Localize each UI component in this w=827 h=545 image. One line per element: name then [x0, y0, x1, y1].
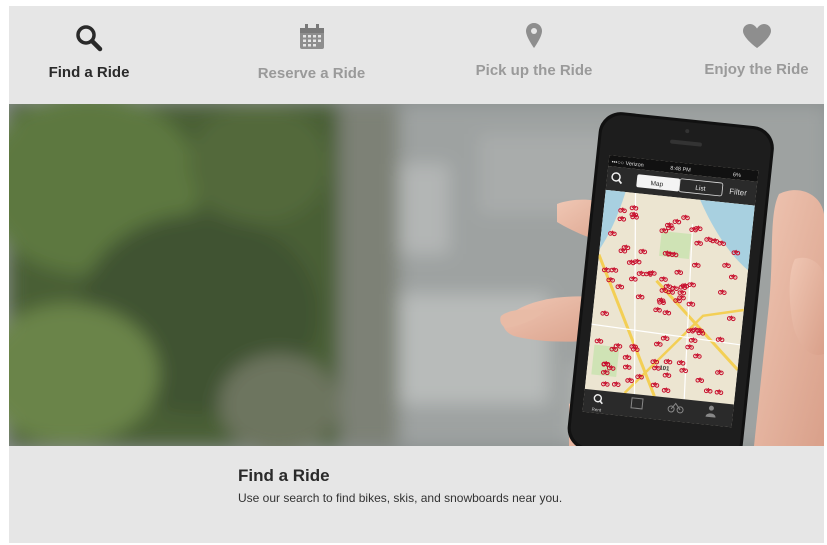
battery-text: 6% — [733, 172, 742, 179]
step-caption: Find a Ride Use our search to find bikes… — [238, 466, 562, 505]
caption-text: Use our search to find bikes, skis, and … — [238, 491, 563, 505]
page-frame: Find a Ride Reserve a Ride Pick up the R… — [9, 6, 824, 543]
caption-title: Find a Ride — [238, 466, 330, 485]
bottom-nav-label: Rent — [591, 407, 602, 413]
tab-label: Pick up the Ride — [475, 62, 593, 79]
tab-find-a-ride[interactable]: Find a Ride — [9, 6, 169, 104]
map-toggle-label: Map — [650, 180, 664, 188]
tab-reserve-a-ride[interactable]: Reserve a Ride — [234, 6, 389, 104]
hero-image: •••○○ Verizon 8:48 PM 6% Map List Filter… — [9, 104, 824, 446]
calendar-icon — [298, 23, 326, 56]
filter-button[interactable]: Filter — [729, 187, 748, 198]
map-view[interactable]: 101 — [584, 189, 755, 405]
heart-icon — [742, 23, 772, 54]
map-pin-icon — [525, 22, 543, 55]
tab-label: Reserve a Ride — [257, 65, 366, 82]
tab-pick-up-the-ride[interactable]: Pick up the Ride — [459, 6, 609, 104]
tab-enjoy-the-ride[interactable]: Enjoy the Ride — [689, 6, 824, 104]
map-label: 101 — [659, 366, 670, 373]
tab-label: Find a Ride — [48, 64, 130, 81]
tab-label: Enjoy the Ride — [704, 61, 809, 78]
search-icon — [75, 24, 103, 57]
step-tabs: Find a Ride Reserve a Ride Pick up the R… — [9, 6, 824, 104]
phone-screen: •••○○ Verizon 8:48 PM 6% Map List Filter… — [582, 155, 759, 428]
list-toggle-label: List — [695, 185, 706, 193]
